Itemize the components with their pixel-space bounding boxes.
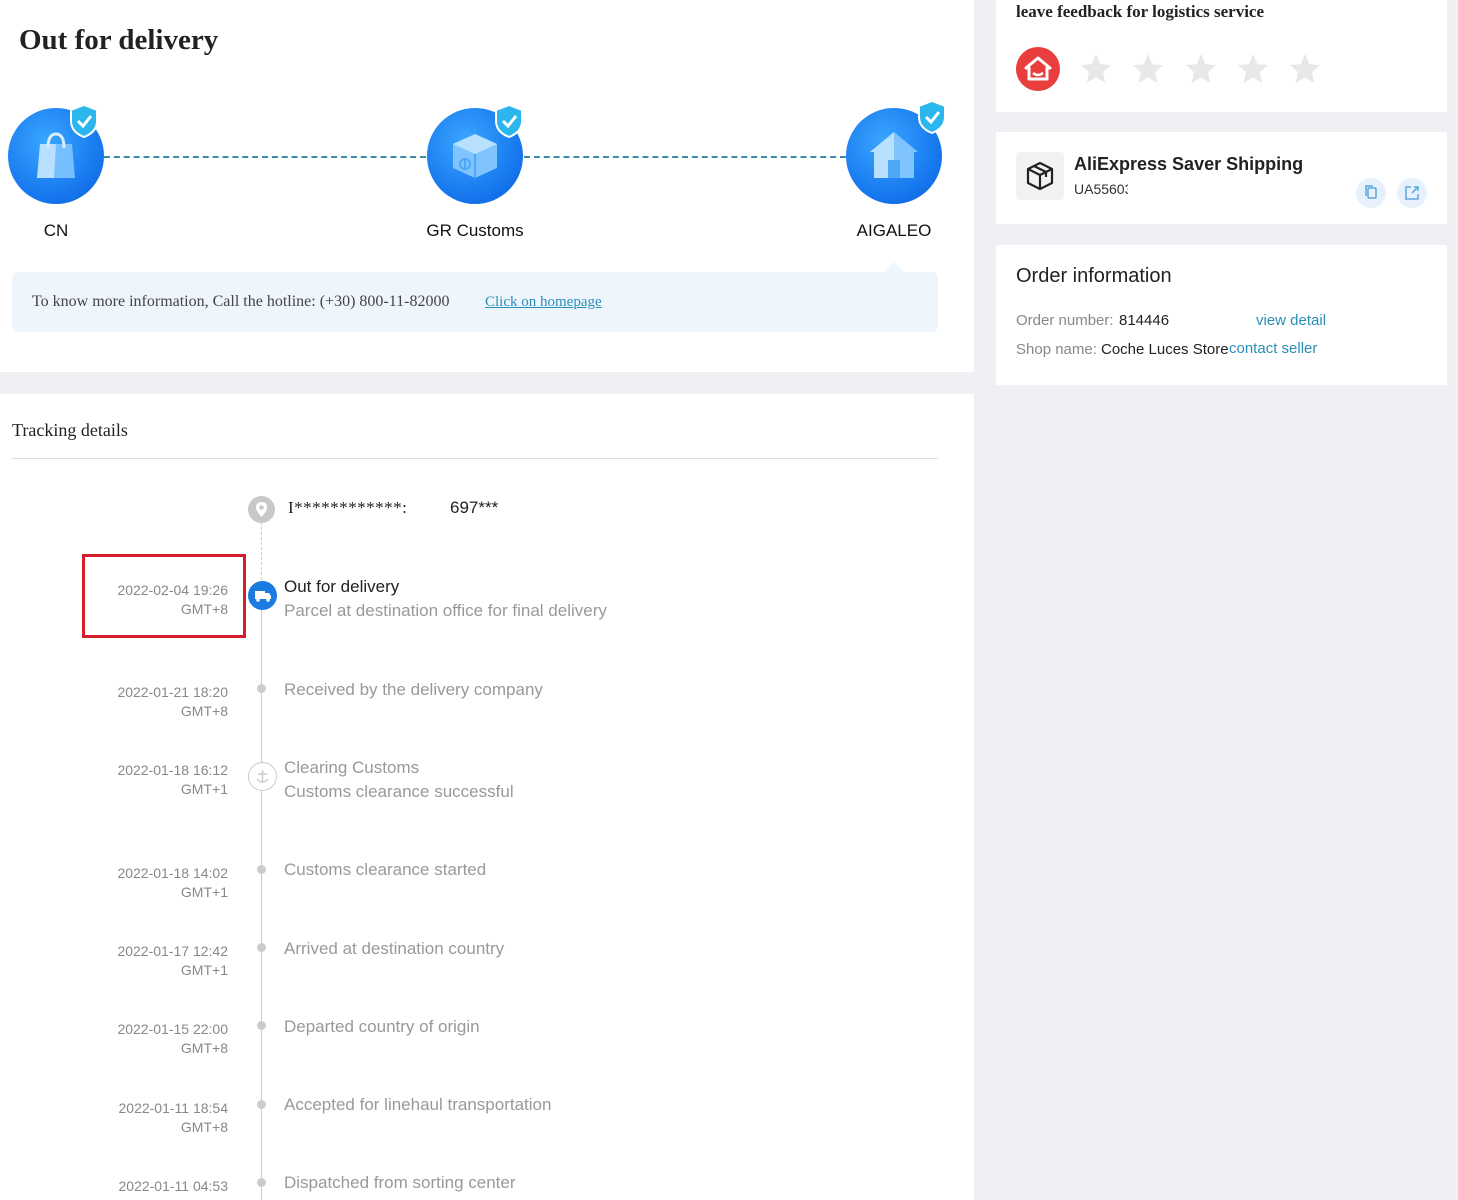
event-description: Customs clearance successful: [284, 782, 514, 801]
event-timezone: GMT+1: [180, 884, 228, 900]
verified-shield-icon: [70, 104, 98, 138]
event-time: 2022-01-18 14:02 GMT+1: [60, 864, 228, 902]
location-pin-icon: [248, 496, 275, 523]
rating-star-2-icon[interactable]: [1131, 52, 1165, 86]
copy-icon: [1365, 185, 1377, 199]
divider: [12, 458, 938, 459]
event-date: 2022-01-18 14:02: [117, 865, 228, 881]
house-icon: [870, 132, 918, 178]
route-line: [524, 156, 846, 158]
event-time: 2022-01-21 18:20 GMT+8: [60, 683, 228, 721]
timeline-dot: [257, 1100, 266, 1109]
verified-shield-icon: [495, 104, 523, 138]
timeline-dot: [257, 1178, 266, 1187]
event-date: 2022-01-18 16:12: [117, 762, 228, 778]
event-date: 2022-01-17 12:42: [117, 943, 228, 959]
section-title: Tracking details: [12, 420, 128, 440]
event-timezone: GMT+1: [180, 962, 228, 978]
package-box-icon: [1016, 152, 1064, 200]
event-time: 2022-01-18 16:12 GMT+1: [60, 761, 228, 799]
external-link-icon: [1405, 186, 1419, 200]
rating-star-3-icon[interactable]: [1184, 52, 1218, 86]
order-information-card: Order information Order number: 814446 v…: [996, 245, 1447, 385]
open-external-button[interactable]: [1397, 178, 1427, 208]
event-date: 2022-01-21 18:20: [117, 684, 228, 700]
event-title: Accepted for linehaul transportation: [284, 1095, 552, 1114]
home-delivery-icon: [1016, 47, 1060, 91]
event-date: 2022-01-11 04:53: [118, 1178, 229, 1194]
order-info-title: Order information: [1016, 265, 1172, 287]
rating-star-5-icon[interactable]: [1288, 52, 1322, 86]
rating-star-4-icon[interactable]: [1236, 52, 1270, 86]
rating-star-1-icon[interactable]: [1079, 52, 1113, 86]
timeline-dot: [257, 865, 266, 874]
customs-anchor-icon: [248, 762, 277, 791]
shipping-method-name: AliExpress Saver Shipping: [1074, 154, 1304, 174]
copy-button[interactable]: [1356, 178, 1386, 208]
event-title: Received by the delivery company: [284, 680, 543, 699]
page-title: Out for delivery: [19, 24, 219, 56]
shop-name-label: Shop name:: [1016, 341, 1097, 358]
route-line: [104, 156, 426, 158]
event-time: 2022-01-15 22:00 GMT+8: [60, 1020, 228, 1058]
event-timezone: GMT+8: [180, 703, 228, 719]
timeline-dot: [257, 943, 266, 952]
highlight-annotation-box: [82, 554, 246, 638]
event-time: 2022-01-17 12:42 GMT+1: [60, 942, 228, 980]
homepage-link[interactable]: Click on homepage: [485, 294, 602, 311]
event-description: Parcel at destination office for final d…: [284, 601, 607, 620]
event-timezone: GMT+8: [180, 1119, 228, 1135]
shipping-method-card: AliExpress Saver Shipping UA55603: [996, 132, 1447, 224]
event-title: Departed country of origin: [284, 1017, 480, 1036]
hotline-info-bar: To know more information, Call the hotli…: [12, 272, 938, 332]
event-date: 2022-01-11 18:54: [118, 1100, 229, 1116]
event-title: Out for delivery: [284, 577, 400, 596]
event-title: Arrived at destination country: [284, 939, 505, 958]
route-label-customs: GR Customs: [426, 221, 524, 240]
order-number-value: 814446: [1119, 312, 1170, 329]
event-time: 2022-01-11 18:54 GMT+8: [60, 1099, 229, 1137]
event-title: Customs clearance started: [284, 860, 487, 879]
timeline-dot: [257, 1021, 266, 1030]
event-timezone: GMT+1: [180, 781, 228, 797]
timeline-line: [261, 610, 262, 1200]
tracking-number: UA55603: [1074, 181, 1128, 197]
event-time: 2022-01-11 04:53: [60, 1177, 229, 1196]
tracking-details-panel: Tracking details I************: 697*** 2…: [0, 394, 974, 1200]
feedback-title: leave feedback for logistics service: [1016, 2, 1265, 21]
route-label-origin: CN: [43, 221, 69, 240]
delivery-address: I************:: [288, 498, 408, 517]
event-title: Dispatched from sorting center: [284, 1173, 516, 1192]
verified-shield-icon: [918, 100, 946, 134]
timeline-dot: [257, 684, 266, 693]
delivery-status-panel: Out for delivery CN GR Customs AIGALEO T…: [0, 0, 974, 372]
route-label-destination: AIGALEO: [856, 221, 932, 240]
view-detail-link[interactable]: view detail: [1256, 312, 1326, 329]
delivery-truck-icon: [248, 581, 277, 610]
logistics-feedback-card: leave feedback for logistics service: [996, 0, 1447, 112]
info-pointer: [884, 262, 904, 272]
event-timezone: GMT+8: [180, 1040, 228, 1056]
timeline-line: [261, 522, 262, 580]
order-number-label: Order number:: [1016, 312, 1114, 329]
shop-name-value: Coche Luces Store: [1101, 341, 1229, 358]
contact-seller-link[interactable]: contact seller: [1229, 340, 1317, 357]
delivery-address-number: 697***: [450, 498, 499, 517]
event-date: 2022-01-15 22:00: [117, 1021, 228, 1037]
event-title: Clearing Customs: [284, 758, 420, 777]
hotline-text: To know more information, Call the hotli…: [32, 293, 450, 310]
